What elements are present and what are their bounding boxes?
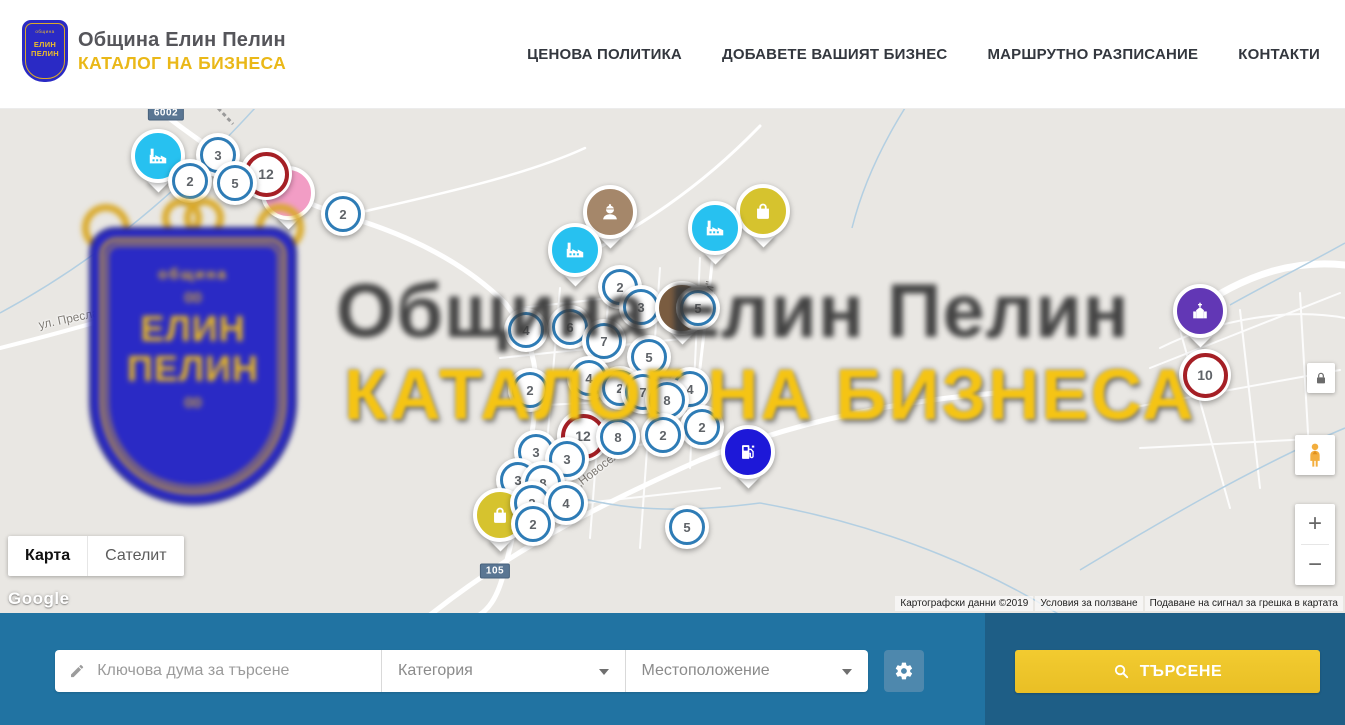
map-lock-button[interactable] <box>1307 363 1335 393</box>
search-bar: Категория Местоположение ТЪРСЕНЕ <box>0 613 1345 725</box>
zoom-out-button[interactable]: − <box>1295 545 1335 585</box>
cluster-count: 3 <box>214 148 221 163</box>
cluster-count: 8 <box>663 393 670 408</box>
site-logo[interactable]: община ЕЛИН ПЕЛИН Община Елин Пелин КАТА… <box>22 20 286 82</box>
cluster-count: 8 <box>614 430 621 445</box>
map-attribution: Картографски данни ©2019 Условия за полз… <box>895 596 1343 611</box>
search-fields: Категория Местоположение <box>55 650 868 692</box>
cluster-count: 2 <box>529 517 536 532</box>
map-cluster-marker[interactable]: 2 <box>680 405 724 449</box>
map-pin-factory-icon[interactable] <box>548 223 602 277</box>
chevron-down-icon <box>599 669 609 675</box>
cluster-count: 3 <box>532 445 539 460</box>
crest-text: ЕЛИН ПЕЛИН <box>22 40 68 59</box>
cluster-count: 2 <box>698 420 705 435</box>
gear-icon <box>894 661 914 681</box>
cluster-count: 4 <box>562 496 569 511</box>
cluster-count: 12 <box>258 166 274 182</box>
pegman-icon <box>1301 441 1329 469</box>
nav-item-contacts[interactable]: КОНТАКТИ <box>1238 46 1320 63</box>
cluster-count: 5 <box>231 176 238 191</box>
attribution-data: Картографски данни ©2019 <box>895 596 1033 611</box>
location-select[interactable]: Местоположение <box>626 650 869 692</box>
cluster-count: 6 <box>566 320 573 335</box>
site-title: Община Елин Пелин <box>78 29 286 52</box>
search-button[interactable]: ТЪРСЕНЕ <box>1015 650 1320 693</box>
keyword-input[interactable] <box>95 661 369 681</box>
map-cluster-marker[interactable]: 2 <box>321 192 365 236</box>
map-cluster-marker[interactable]: 5 <box>665 505 709 549</box>
map-cluster-marker[interactable]: 2 <box>511 502 555 546</box>
advanced-search-button[interactable] <box>884 650 924 692</box>
header: община ЕЛИН ПЕЛИН Община Елин Пелин КАТА… <box>0 0 1345 109</box>
map-cluster-marker[interactable]: 2 <box>508 368 552 412</box>
location-select-label: Местоположение <box>642 662 770 680</box>
cluster-count: 10 <box>1197 367 1213 383</box>
cluster-count: 4 <box>585 371 592 386</box>
map-cluster-marker[interactable]: 4 <box>504 308 548 352</box>
zoom-in-button[interactable]: + <box>1295 504 1335 544</box>
search-button-label: ТЪРСЕНЕ <box>1140 663 1223 681</box>
map-pin-fuel-icon[interactable] <box>721 425 775 479</box>
map-cluster-marker[interactable]: 5 <box>676 286 720 330</box>
cluster-count: 5 <box>694 301 701 316</box>
map-pin-church-icon[interactable] <box>1173 284 1227 338</box>
cluster-count: 2 <box>526 383 533 398</box>
site-subtitle: КАТАЛОГ НА БИЗНЕСА <box>78 53 286 74</box>
category-select[interactable]: Категория <box>382 650 625 692</box>
attribution-report-link[interactable]: Подаване на сигнал за грешка в картата <box>1145 596 1343 611</box>
cluster-count: 4 <box>522 323 529 338</box>
zoom-control: + − <box>1295 504 1335 585</box>
keyword-field[interactable] <box>55 650 381 692</box>
map-pin-bag-icon[interactable] <box>736 184 790 238</box>
municipality-crest-icon: община ЕЛИН ПЕЛИН <box>22 20 68 82</box>
crest-top-text: община <box>22 29 68 34</box>
map-cluster-marker[interactable]: 10 <box>1179 349 1231 401</box>
page: община ЕЛИН ПЕЛИН Община Елин Пелин КАТА… <box>0 0 1345 725</box>
cluster-count: 7 <box>600 334 607 349</box>
map-cluster-marker[interactable]: 5 <box>213 161 257 205</box>
map-cluster-marker[interactable]: 2 <box>168 159 212 203</box>
cluster-count: 5 <box>645 350 652 365</box>
map-pin-factory-icon[interactable] <box>688 201 742 255</box>
map-type-map-button[interactable]: Карта <box>8 536 87 576</box>
category-select-label: Категория <box>398 662 473 680</box>
nav-item-add-business[interactable]: ДОБАВЕТЕ ВАШИЯТ БИЗНЕС <box>722 46 947 63</box>
cluster-count: 2 <box>339 207 346 222</box>
brand-text: Община Елин Пелин КАТАЛОГ НА БИЗНЕСА <box>78 29 286 74</box>
main-nav: ЦЕНОВА ПОЛИТИКА ДОБАВЕТЕ ВАШИЯТ БИЗНЕС М… <box>527 0 1320 108</box>
map-cluster-marker[interactable]: 2 <box>641 413 685 457</box>
nav-item-route-schedule[interactable]: МАРШРУТНО РАЗПИСАНИЕ <box>987 46 1198 63</box>
cluster-count: 3 <box>563 452 570 467</box>
map-markers: 3122522356475104247282212833383425 <box>0 108 1345 613</box>
cluster-count: 2 <box>616 280 623 295</box>
street-view-pegman-button[interactable] <box>1295 435 1335 475</box>
google-logo[interactable]: Google <box>8 589 70 609</box>
cluster-count: 5 <box>683 520 690 535</box>
map-type-satellite-button[interactable]: Сателит <box>87 536 183 576</box>
nav-item-pricing[interactable]: ЦЕНОВА ПОЛИТИКА <box>527 46 682 63</box>
cluster-count: 2 <box>659 428 666 443</box>
attribution-terms-link[interactable]: Условия за ползване <box>1035 596 1142 611</box>
chevron-down-icon <box>842 669 852 675</box>
cluster-count: 2 <box>186 174 193 189</box>
pencil-icon <box>69 662 85 680</box>
cluster-count: 3 <box>637 300 644 315</box>
lock-icon <box>1313 369 1329 387</box>
map-cluster-marker[interactable]: 8 <box>596 415 640 459</box>
map-type-control: Карта Сателит <box>8 536 184 576</box>
search-icon <box>1113 663 1130 680</box>
map-canvas[interactable]: 6002105ул. Преславбул. „Новоселци"312252… <box>0 108 1345 613</box>
